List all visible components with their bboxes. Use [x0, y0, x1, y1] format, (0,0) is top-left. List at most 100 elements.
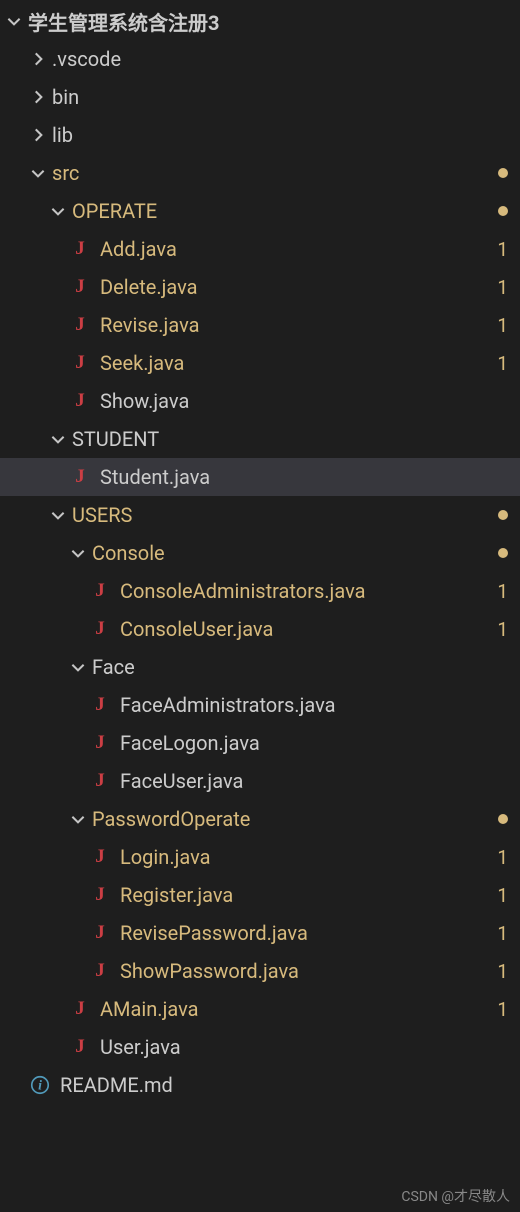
tree-file[interactable]: J User.java [0, 1028, 520, 1066]
tree-item-label: ShowPassword.java [120, 959, 486, 983]
chevron-right-icon [28, 49, 48, 69]
tree-item-label: AMain.java [100, 997, 486, 1021]
problems-badge: 1 [494, 352, 508, 375]
tree-root[interactable]: 学生管理系统含注册3 [0, 2, 520, 40]
tree-file[interactable]: J RevisePassword.java 1 [0, 914, 520, 952]
tree-file[interactable]: J FaceLogon.java [0, 724, 520, 762]
watermark: CSDN @才尽散人 [401, 1186, 510, 1206]
tree-item-label: Student.java [100, 465, 508, 489]
info-file-icon: i [28, 1073, 52, 1097]
tree-item-label: Console [92, 541, 490, 565]
tree-item-label: Seek.java [100, 351, 486, 375]
tree-file[interactable]: J Seek.java 1 [0, 344, 520, 382]
tree-item-label: src [52, 161, 490, 185]
tree-item-label: RevisePassword.java [120, 921, 486, 945]
chevron-right-icon [28, 87, 48, 107]
java-file-icon: J [68, 313, 92, 337]
tree-file[interactable]: J ConsoleUser.java 1 [0, 610, 520, 648]
problems-badge: 1 [494, 922, 508, 945]
chevron-down-icon [48, 429, 68, 449]
java-file-icon: J [88, 693, 112, 717]
tree-folder[interactable]: .vscode [0, 40, 520, 78]
modified-dot-icon [498, 814, 508, 824]
problems-badge: 1 [494, 998, 508, 1021]
tree-item-label: Add.java [100, 237, 486, 261]
tree-item-label: FaceLogon.java [120, 731, 508, 755]
tree-file[interactable]: J FaceAdministrators.java [0, 686, 520, 724]
tree-item-label: Delete.java [100, 275, 486, 299]
tree-folder[interactable]: OPERATE [0, 192, 520, 230]
modified-dot-icon [498, 548, 508, 558]
file-explorer-tree: 学生管理系统含注册3 .vscode bin lib src OPERATE J Add.j… [0, 0, 520, 1212]
java-file-icon: J [88, 731, 112, 755]
tree-file[interactable]: J ConsoleAdministrators.java 1 [0, 572, 520, 610]
java-file-icon: J [88, 845, 112, 869]
tree-item-label: Login.java [120, 845, 486, 869]
tree-folder[interactable]: src [0, 154, 520, 192]
java-file-icon: J [68, 389, 92, 413]
tree-item-label: FaceUser.java [120, 769, 508, 793]
java-file-icon: J [88, 883, 112, 907]
tree-item-label: OPERATE [72, 199, 490, 223]
tree-file[interactable]: J ShowPassword.java 1 [0, 952, 520, 990]
problems-badge: 1 [494, 238, 508, 261]
java-file-icon: J [68, 275, 92, 299]
svg-text:i: i [38, 1078, 42, 1093]
problems-badge: 1 [494, 276, 508, 299]
tree-file[interactable]: J Show.java [0, 382, 520, 420]
tree-item-label: ConsoleAdministrators.java [120, 579, 486, 603]
tree-item-label: PasswordOperate [92, 807, 490, 831]
tree-file[interactable]: J FaceUser.java [0, 762, 520, 800]
java-file-icon: J [68, 997, 92, 1021]
modified-dot-icon [498, 510, 508, 520]
chevron-down-icon [4, 11, 24, 31]
problems-badge: 1 [494, 960, 508, 983]
problems-badge: 1 [494, 618, 508, 641]
tree-item-label: STUDENT [72, 427, 508, 451]
tree-folder[interactable]: lib [0, 116, 520, 154]
tree-file[interactable]: J Student.java [0, 458, 520, 496]
java-file-icon: J [88, 617, 112, 641]
tree-folder[interactable]: bin [0, 78, 520, 116]
tree-item-label: Face [92, 655, 508, 679]
problems-badge: 1 [494, 580, 508, 603]
problems-badge: 1 [494, 846, 508, 869]
chevron-right-icon [28, 125, 48, 145]
tree-file[interactable]: J Delete.java 1 [0, 268, 520, 306]
tree-item-label: README.md [60, 1073, 508, 1097]
tree-item-label: ConsoleUser.java [120, 617, 486, 641]
java-file-icon: J [88, 579, 112, 603]
tree-file[interactable]: J Add.java 1 [0, 230, 520, 268]
java-file-icon: J [88, 921, 112, 945]
chevron-down-icon [68, 657, 88, 677]
tree-folder[interactable]: STUDENT [0, 420, 520, 458]
tree-item-label: Show.java [100, 389, 508, 413]
java-file-icon: J [68, 465, 92, 489]
tree-folder[interactable]: Console [0, 534, 520, 572]
tree-file[interactable]: JRevise.java1 [0, 306, 520, 344]
problems-badge: 1 [494, 884, 508, 907]
tree-item-label: .vscode [52, 47, 508, 71]
tree-item-label: lib [52, 123, 508, 147]
java-file-icon: J [68, 1035, 92, 1059]
modified-dot-icon [498, 168, 508, 178]
tree-item-label: USERS [72, 503, 490, 527]
tree-item-label: Register.java [120, 883, 486, 907]
tree-item-label: FaceAdministrators.java [120, 693, 508, 717]
java-file-icon: J [88, 959, 112, 983]
tree-file[interactable]: J AMain.java 1 [0, 990, 520, 1028]
root-label: 学生管理系统含注册3 [28, 7, 508, 36]
problems-badge: 1 [494, 314, 508, 337]
tree-folder[interactable]: PasswordOperate [0, 800, 520, 838]
java-file-icon: J [68, 351, 92, 375]
tree-item-label: User.java [100, 1035, 508, 1059]
tree-file[interactable]: J Register.java 1 [0, 876, 520, 914]
tree-file[interactable]: i README.md [0, 1066, 520, 1104]
tree-item-label: bin [52, 85, 508, 109]
tree-file[interactable]: J Login.java 1 [0, 838, 520, 876]
tree-folder[interactable]: USERS [0, 496, 520, 534]
chevron-down-icon [48, 505, 68, 525]
tree-folder[interactable]: Face [0, 648, 520, 686]
java-file-icon: J [88, 769, 112, 793]
java-file-icon: J [68, 237, 92, 261]
